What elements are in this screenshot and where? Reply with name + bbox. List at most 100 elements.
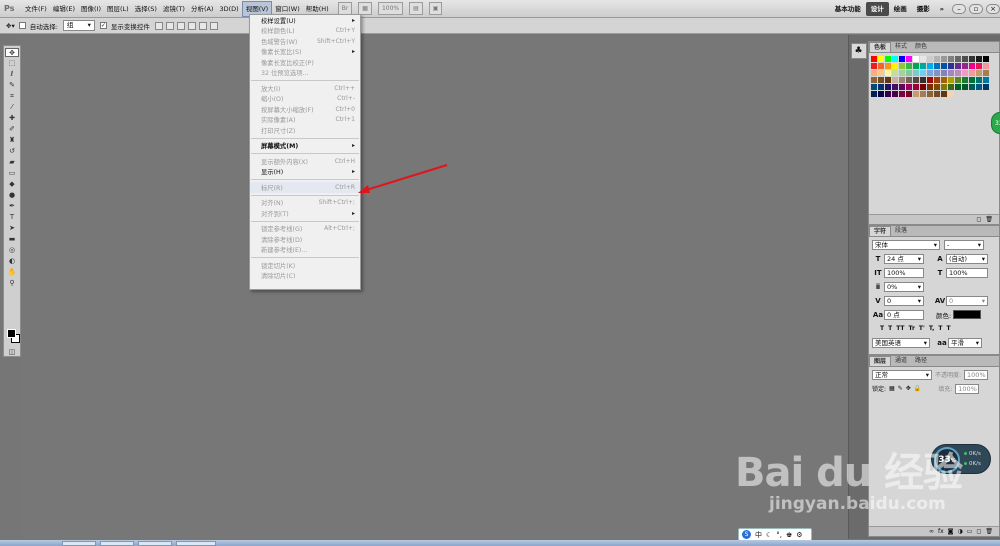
subscript-button[interactable]: T, <box>929 325 935 332</box>
view-menu-item[interactable]: 打印尺寸(Z) <box>250 125 360 136</box>
close-button[interactable]: × <box>986 3 1000 14</box>
eraser-tool-icon[interactable]: ▰ <box>5 158 19 167</box>
view-menu-item[interactable]: 缩小(O) Ctrl+- <box>250 94 360 105</box>
color-swatch[interactable] <box>913 70 919 76</box>
horizontal-scale-input[interactable]: 100% <box>946 267 988 278</box>
color-swatch[interactable] <box>871 70 877 76</box>
view-menu-item[interactable]: 新建参考线(E)... <box>250 245 360 256</box>
color-swatch[interactable] <box>941 84 947 90</box>
tab-paths[interactable]: 路径 <box>911 356 931 366</box>
color-swatch[interactable] <box>878 70 884 76</box>
workspace-photography[interactable]: 摄影 <box>912 2 935 16</box>
color-swatch[interactable] <box>927 77 933 83</box>
show-transform-checkbox[interactable]: ✓ <box>99 22 107 29</box>
tab-color[interactable]: 颜色 <box>911 42 931 52</box>
font-family-select[interactable]: 宋体 ▾ <box>872 239 940 250</box>
zoom-tool-icon[interactable]: ⚲ <box>5 279 19 288</box>
color-swatch[interactable] <box>941 77 947 83</box>
color-swatch[interactable] <box>892 63 898 69</box>
restore-button[interactable]: ▫ <box>969 3 983 14</box>
color-swatch[interactable] <box>962 70 968 76</box>
color-swatch[interactable] <box>962 84 968 90</box>
ime-settings-icon[interactable]: ⚙ <box>796 531 802 539</box>
ime-logo-icon[interactable]: S <box>742 530 751 539</box>
view-menu-item[interactable]: 清除参考线(D) <box>250 234 360 245</box>
eyedropper-tool-icon[interactable]: ⁄ <box>5 103 19 112</box>
tab-channels[interactable]: 通道 <box>891 356 911 366</box>
brush-tool-icon[interactable]: ✐ <box>5 125 19 134</box>
kerning-select[interactable]: 0 ▾ <box>884 295 924 306</box>
view-menu-item[interactable]: 色域警告(W) Shift+Ctrl+Y <box>250 36 360 47</box>
move-tool-icon[interactable]: ✥ <box>5 48 19 57</box>
view-menu-item[interactable]: 屏幕模式(M) ▸ <box>250 141 360 152</box>
color-swatch[interactable] <box>878 56 884 62</box>
color-swatch[interactable] <box>927 63 933 69</box>
workspace-design[interactable]: 设计 <box>865 1 889 16</box>
color-swatch[interactable] <box>920 70 926 76</box>
color-swatch[interactable] <box>871 77 877 83</box>
color-swatch[interactable] <box>920 77 926 83</box>
view-menu-item[interactable]: 实际像素(A) Ctrl+1 <box>250 115 360 126</box>
new-group-icon[interactable]: ▭ <box>967 527 973 536</box>
menu-filter[interactable]: 滤镜(T) <box>160 1 188 17</box>
floating-ball[interactable]: 33 <box>991 112 1000 134</box>
color-swatch[interactable] <box>948 56 954 62</box>
color-swatch[interactable] <box>941 91 947 97</box>
all-caps-button[interactable]: TT <box>896 325 904 332</box>
color-swatch[interactable] <box>913 56 919 62</box>
color-swatch[interactable] <box>906 63 912 69</box>
color-swatch[interactable] <box>885 56 891 62</box>
color-swatch[interactable] <box>927 70 933 76</box>
view-menu-item[interactable]: 锁定参考线(G) Alt+Ctrl+; <box>250 224 360 235</box>
menu-edit[interactable]: 编辑(E) <box>50 1 78 17</box>
menu-select[interactable]: 选择(S) <box>132 1 160 17</box>
color-swatch[interactable] <box>934 84 940 90</box>
color-swatch[interactable] <box>976 70 982 76</box>
view-menu-item[interactable]: 对齐(N) Shift+Ctrl+; <box>250 198 360 209</box>
move-tool-icon[interactable]: ✥▾ <box>6 22 15 30</box>
color-swatch[interactable] <box>871 63 877 69</box>
color-swatch[interactable] <box>885 77 891 83</box>
language-select[interactable]: 美国英语 ▾ <box>872 337 930 348</box>
view-menu-item[interactable]: 锁定切片(K) <box>250 260 360 271</box>
view-menu-item[interactable]: 显示额外内容(X) Ctrl+H <box>250 156 360 167</box>
lock-position-icon[interactable]: ✥ <box>906 385 911 392</box>
color-swatch[interactable] <box>969 63 975 69</box>
view-menu-item[interactable]: 显示(H) ▸ <box>250 167 360 178</box>
color-swatch[interactable] <box>885 84 891 90</box>
color-swatch[interactable] <box>892 84 898 90</box>
color-swatch[interactable] <box>955 77 961 83</box>
color-swatch[interactable] <box>969 84 975 90</box>
color-swatch[interactable] <box>983 56 989 62</box>
color-swatch[interactable] <box>899 84 905 90</box>
color-swatch[interactable] <box>906 56 912 62</box>
color-swatch[interactable] <box>906 77 912 83</box>
lock-all-icon[interactable]: 🔒 <box>914 385 921 392</box>
color-swatch[interactable] <box>976 84 982 90</box>
minimize-button[interactable]: – <box>952 3 966 14</box>
menu-analysis[interactable]: 分析(A) <box>188 1 217 17</box>
workspace-essentials[interactable]: 基本功能 <box>830 2 866 16</box>
color-swatch[interactable] <box>906 84 912 90</box>
color-swatch[interactable] <box>871 91 877 97</box>
new-swatch-icon[interactable]: ◻ <box>976 215 981 224</box>
align-hcenter-icon[interactable] <box>198 21 207 30</box>
healing-tool-icon[interactable]: ✚ <box>5 114 19 123</box>
color-swatch[interactable] <box>955 70 961 76</box>
underline-button[interactable]: T <box>938 325 942 332</box>
color-swatch[interactable] <box>976 77 982 83</box>
color-swatch[interactable] <box>920 91 926 97</box>
leading-select[interactable]: (自动) ▾ <box>946 253 988 264</box>
tab-character[interactable]: 字符 <box>869 226 892 236</box>
stamp-tool-icon[interactable]: ♜ <box>5 136 19 145</box>
color-swatch[interactable] <box>948 77 954 83</box>
color-swatch[interactable] <box>962 77 968 83</box>
tab-swatches[interactable]: 色板 <box>869 42 892 52</box>
color-swatch[interactable] <box>955 84 961 90</box>
color-swatch[interactable] <box>899 77 905 83</box>
faux-italic-button[interactable]: T <box>888 325 892 332</box>
new-layer-icon[interactable]: ◻ <box>976 527 981 536</box>
ime-shirt-icon[interactable]: ♚ <box>786 531 792 539</box>
color-swatch[interactable] <box>878 84 884 90</box>
tracking-select[interactable]: 0 ▾ <box>946 295 988 306</box>
